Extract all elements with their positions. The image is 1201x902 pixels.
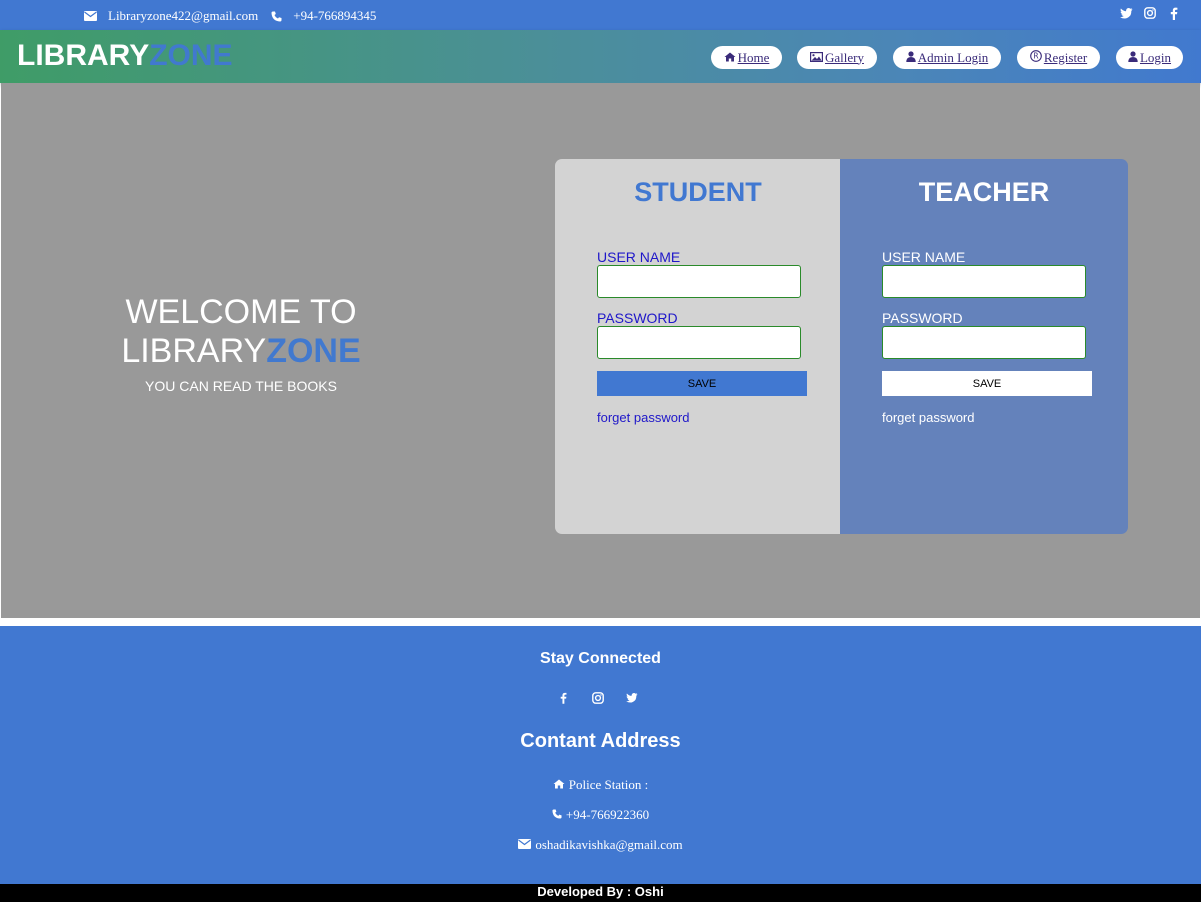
welcome-brand: LIBRARYZONE xyxy=(101,332,381,371)
student-password-input[interactable] xyxy=(597,326,801,359)
nav-login[interactable]: Login xyxy=(1116,46,1183,69)
main-section: WELCOME TO LIBRARYZONE YOU CAN READ THE … xyxy=(1,83,1200,618)
footer-address-line: Police Station : xyxy=(0,777,1201,793)
student-forget-password-link[interactable]: forget password xyxy=(597,410,690,425)
footer-phone: +94-766922360 xyxy=(565,807,650,822)
teacher-save-button[interactable]: SAVE xyxy=(882,371,1092,396)
nav-register[interactable]: R Register xyxy=(1017,46,1100,69)
footer-address: Police Station : xyxy=(568,777,649,792)
facebook-icon[interactable] xyxy=(557,691,570,704)
welcome-subtitle: YOU CAN READ THE BOOKS xyxy=(145,378,337,394)
site-logo[interactable]: LIBRARYZONE xyxy=(17,39,233,73)
image-icon xyxy=(810,50,825,66)
logo-library: LIBRARY xyxy=(17,39,150,72)
home-icon xyxy=(553,777,569,793)
nav-admin-login-label: Admin Login xyxy=(917,49,989,65)
instagram-icon[interactable] xyxy=(1143,6,1157,20)
envelope-icon xyxy=(518,837,535,853)
user-icon xyxy=(1128,50,1140,66)
logo-zone: ZONE xyxy=(149,39,233,72)
developed-by-bar: Developed By : Oshi xyxy=(0,884,1201,902)
home-icon xyxy=(724,50,738,66)
teacher-username-input[interactable] xyxy=(882,265,1086,298)
nav-home[interactable]: Home xyxy=(711,46,782,69)
student-login-panel: STUDENT USER NAME PASSWORD SAVE forget p… xyxy=(555,159,841,534)
twitter-icon[interactable] xyxy=(625,691,638,704)
site-footer: Stay Connected Contant Address Police St… xyxy=(0,626,1201,884)
topbar-email: Libraryzone422@gmail.com xyxy=(108,8,259,23)
student-save-button[interactable]: SAVE xyxy=(597,371,807,396)
phone-icon xyxy=(271,11,293,22)
topbar-social xyxy=(1119,6,1181,20)
envelope-icon xyxy=(84,11,108,21)
footer-email-line: oshadikavishka@gmail.com xyxy=(0,837,1201,853)
footer-email: oshadikavishka@gmail.com xyxy=(535,837,683,852)
welcome-line: WELCOME TO xyxy=(125,293,357,331)
teacher-forget-password-link[interactable]: forget password xyxy=(882,410,975,425)
nav-gallery-label: Gallery xyxy=(825,49,864,65)
twitter-icon[interactable] xyxy=(1119,6,1133,20)
svg-text:R: R xyxy=(1033,51,1038,60)
teacher-username-label: USER NAME xyxy=(882,249,966,265)
contact-info: Libraryzone422@gmail.com +94-766894345 xyxy=(84,8,376,24)
registered-icon: R xyxy=(1029,49,1044,66)
welcome-zone: ZONE xyxy=(266,332,361,370)
user-icon xyxy=(906,50,918,66)
instagram-icon[interactable] xyxy=(591,691,604,704)
welcome-library: LIBRARY xyxy=(121,332,267,370)
student-title: STUDENT xyxy=(634,177,762,207)
footer-social xyxy=(557,691,638,704)
top-contact-bar: Libraryzone422@gmail.com +94-766894345 xyxy=(0,0,1201,30)
teacher-login-panel: TEACHER USER NAME PASSWORD SAVE forget p… xyxy=(840,159,1128,534)
footer-phone-line: +94-766922360 xyxy=(0,807,1201,823)
site-header: LIBRARYZONE Home Gallery Admin Login R R… xyxy=(0,30,1201,83)
nav-login-label: Login xyxy=(1139,49,1172,65)
nav-register-label: Register xyxy=(1043,49,1088,65)
phone-icon xyxy=(552,807,566,823)
facebook-icon[interactable] xyxy=(1167,6,1181,20)
teacher-title: TEACHER xyxy=(918,177,1050,207)
stay-connected-heading: Stay Connected xyxy=(540,650,661,667)
nav-home-label: Home xyxy=(737,49,770,65)
student-username-label: USER NAME xyxy=(597,249,681,265)
welcome-hero: WELCOME TO LIBRARYZONE YOU CAN READ THE … xyxy=(101,293,381,394)
teacher-password-label: PASSWORD xyxy=(882,310,963,326)
contact-address-heading: Contant Address xyxy=(520,730,681,752)
student-username-input[interactable] xyxy=(597,265,801,298)
nav-gallery[interactable]: Gallery xyxy=(797,46,877,69)
teacher-password-input[interactable] xyxy=(882,326,1086,359)
nav-admin-login[interactable]: Admin Login xyxy=(893,46,1001,69)
student-password-label: PASSWORD xyxy=(597,310,678,326)
topbar-phone: +94-766894345 xyxy=(293,8,377,23)
